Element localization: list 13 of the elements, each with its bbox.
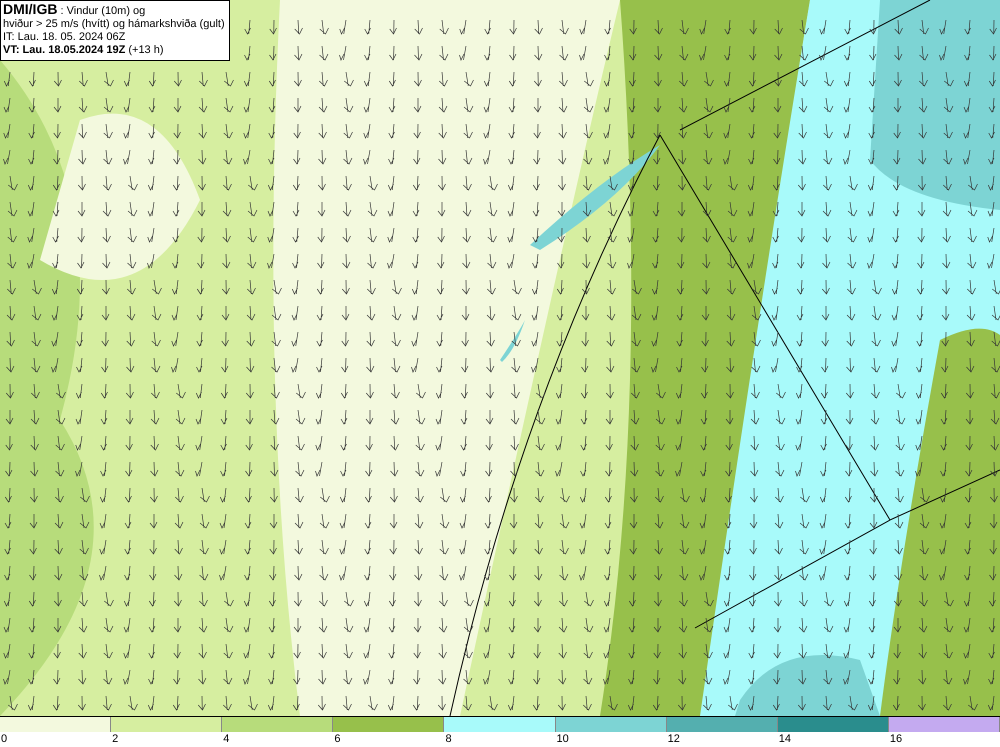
legend-label: 0: [0, 732, 8, 747]
title-line: DMI/IGB : Vindur (10m) og: [3, 3, 146, 18]
legend-label: 6: [333, 732, 340, 747]
legend-label: 10: [556, 732, 569, 747]
title-line: IT: Lau. 18. 05. 2024 06Z: [3, 31, 126, 44]
legend-label: 8: [444, 732, 452, 747]
legend-label: 2: [111, 732, 118, 747]
legend-label: 4: [222, 732, 230, 747]
title-line: hviður > 25 m/s (hvítt) og hámarkshviða (gult): [3, 18, 225, 31]
legend-label: 14: [778, 732, 792, 747]
title-line: VT: Lau. 18.05.2024 19Z (+13 h): [3, 44, 165, 57]
legend-label: 12: [666, 732, 680, 747]
legend-label: 16: [888, 732, 902, 747]
